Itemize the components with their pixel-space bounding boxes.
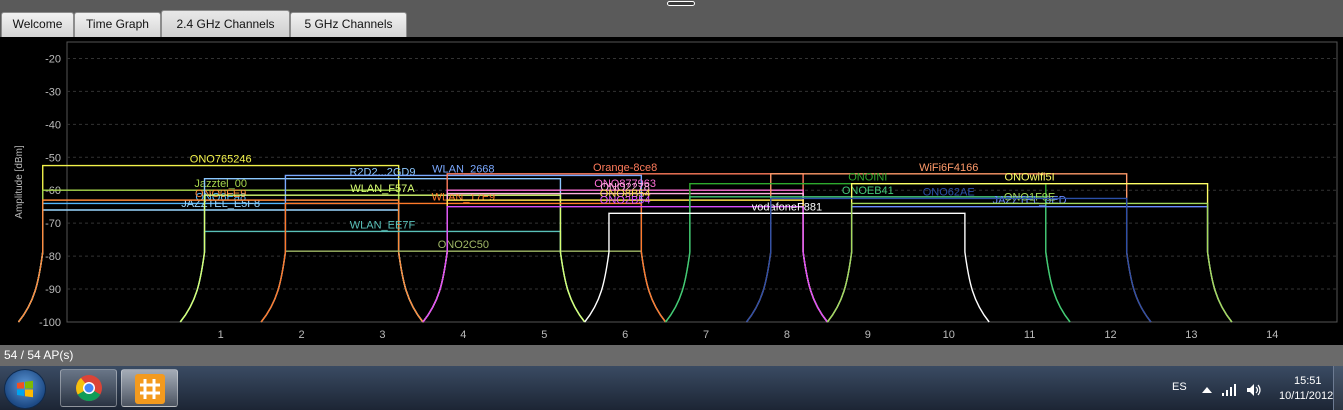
y-tick-label: -40 [45,119,61,131]
x-tick-label: 6 [622,329,628,341]
channel-graph: -20 -30 -40 -50 -60 -70 -80 -90 -100 Amplitude [d… [0,37,1343,345]
x-tick-label: 2 [299,329,305,341]
windows-logo-icon [17,380,33,398]
plot-area [66,41,1338,323]
clock-date[interactable]: 10/11/2012 [1279,390,1333,402]
show-hidden-icons-icon[interactable] [1202,386,1212,394]
y-tick-label: -100 [39,317,61,329]
y-tick-label: -30 [45,86,61,98]
x-tick-label: 13 [1185,329,1197,341]
x-tick-label: 10 [943,329,955,341]
network-label: WLAN_EE7F [350,219,416,231]
network-signal-icon[interactable] [1222,383,1238,397]
tab-5-ghz-channels[interactable]: 5 GHz Channels [290,12,407,37]
network-label: ONO2C50 [438,239,489,251]
inssider-taskbar-button[interactable] [121,369,178,407]
panel-resize-grip[interactable] [667,1,695,6]
inssider-icon [135,374,165,404]
network-label: Orange-8ce8 [593,162,657,174]
x-tick-label: 9 [865,329,871,341]
x-tick-label: 4 [460,329,466,341]
y-tick-label: -60 [45,185,61,197]
show-desktop-button[interactable] [1333,366,1343,410]
y-tick-label: -50 [45,152,61,164]
tab-welcome[interactable]: Welcome [1,12,74,37]
chrome-taskbar-button[interactable] [60,369,117,407]
chrome-icon [76,375,102,402]
y-axis-label: Amplitude [dBm] [14,145,25,219]
x-tick-label: 12 [1104,329,1116,341]
network-label: vodafoneF881 [752,201,822,213]
x-tick-label: 14 [1266,329,1278,341]
network-label: ONO62AE [923,186,975,198]
network-label: WiFi6F4166 [919,162,978,174]
status-bar: 54 / 54 AP(s) [0,345,1343,366]
ap-count: 54 / 54 AP(s) [4,348,74,362]
network-label: ONO2B54 [600,195,651,207]
x-tick-label: 8 [784,329,790,341]
network-label: WLAN_F57A [350,183,415,195]
tab-time-graph[interactable]: Time Graph [74,12,161,37]
clock-time[interactable]: 15:51 [1294,375,1322,387]
x-tick-label: 7 [703,329,709,341]
network-label: ONO0FE9 [195,188,246,200]
volume-icon[interactable] [1246,383,1262,397]
network-label: ONO765246 [190,154,252,166]
x-tick-label: 1 [218,329,224,341]
x-tick-label: 3 [379,329,385,341]
network-label: ONOwifi5I [1005,172,1055,184]
y-tick-label: -90 [45,284,61,296]
language-indicator[interactable]: ES [1172,381,1187,393]
x-tick-label: 11 [1024,329,1035,341]
network-label: ONOEB41 [842,185,894,197]
y-tick-label: -80 [45,251,61,263]
tab-bar: Welcome Time Graph 2.4 GHz Channels 5 GH… [0,0,1343,37]
y-tick-label: -70 [45,218,61,230]
network-label: R2D2...2GD9 [349,167,415,179]
y-tick-label: -20 [45,53,61,65]
network-label: ONOINI [848,172,887,184]
channel-chart-svg: -20 -30 -40 -50 -60 -70 -80 -90 -100 Amplitude [d… [14,41,1338,341]
network-label: ONO1F9E [1004,191,1055,203]
taskbar: ES 15:51 10/11/2012 [0,366,1343,410]
start-button[interactable] [4,369,46,409]
tab-2-4-ghz-channels[interactable]: 2.4 GHz Channels [161,10,290,37]
x-tick-label: 5 [541,329,547,341]
